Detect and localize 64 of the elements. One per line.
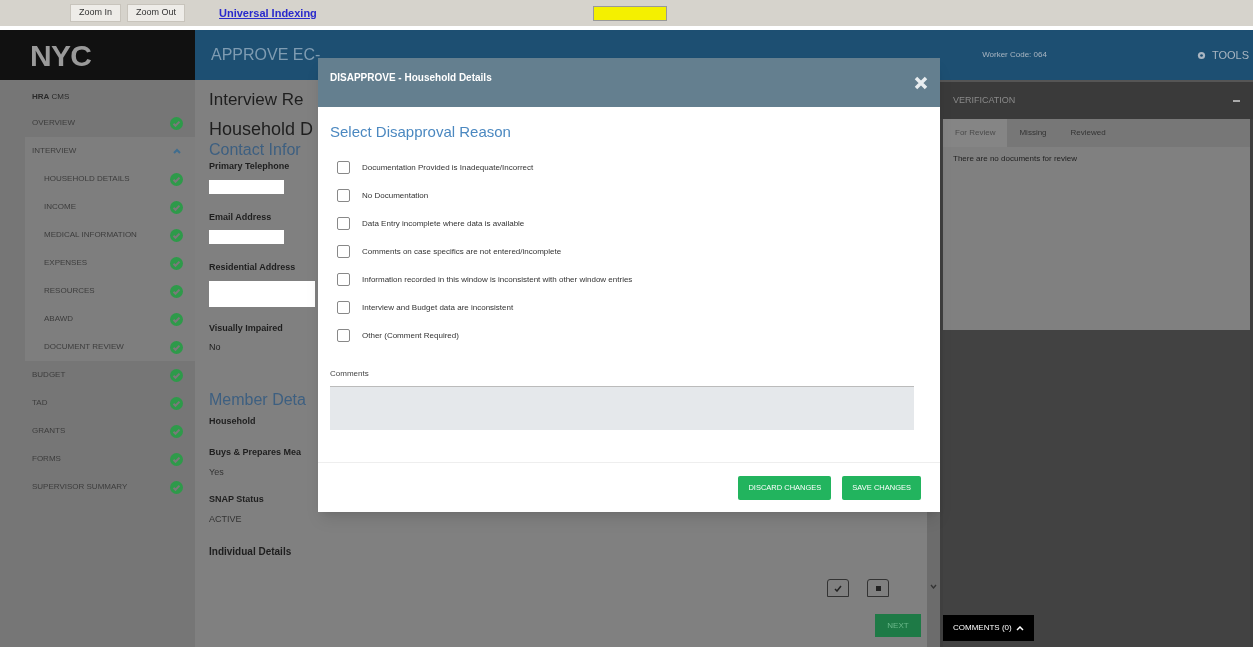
page-title: Interview Re bbox=[209, 89, 304, 111]
checkbox-label: No Documentation bbox=[362, 189, 429, 202]
field-value: Yes bbox=[209, 465, 224, 479]
checkbox-label: Other (Comment Required) bbox=[362, 329, 459, 342]
dialog-title: DISAPPROVE - Household Details bbox=[330, 71, 492, 85]
gear-icon bbox=[1196, 50, 1206, 60]
field-label: Residential Address bbox=[209, 261, 296, 274]
sidebar-item[interactable]: INTERVIEW bbox=[25, 137, 195, 165]
checkbox-label: Interview and Budget data are inconsistent bbox=[362, 301, 514, 314]
checkbox[interactable] bbox=[337, 245, 350, 258]
field-label: SNAP Status bbox=[209, 493, 264, 506]
checkbox[interactable] bbox=[337, 161, 350, 174]
sidebar-subitem[interactable]: EXPENSES bbox=[25, 249, 195, 277]
checkbox[interactable] bbox=[337, 329, 350, 342]
comments-button[interactable]: COMMENTS (0) bbox=[943, 615, 1034, 641]
field-value: ACTIVE bbox=[209, 512, 242, 526]
sidebar-item[interactable]: GRANTS bbox=[0, 417, 195, 445]
field-label: Primary Telephone bbox=[209, 160, 290, 173]
nyc-logo: NYC bbox=[30, 37, 92, 74]
field-label: Household bbox=[209, 414, 256, 428]
close-icon[interactable] bbox=[914, 76, 928, 90]
disapprove-toggle[interactable] bbox=[867, 579, 889, 597]
tools-button[interactable]: TOOLS bbox=[1196, 46, 1249, 64]
tab[interactable]: Reviewed bbox=[1058, 119, 1118, 147]
checkbox-label: Comments on case specifics are not entered/incomplete bbox=[362, 245, 562, 258]
section-heading: Contact Infor bbox=[209, 141, 301, 159]
field-label: Email Address bbox=[209, 210, 272, 224]
sidebar-item[interactable]: FORMS bbox=[0, 445, 195, 473]
panel-title: VERIFICATION bbox=[953, 93, 1016, 107]
next-button[interactable]: NEXT bbox=[875, 614, 921, 637]
caret-up-icon bbox=[1015, 625, 1024, 631]
text-input-field[interactable] bbox=[592, 5, 667, 21]
sidebar-subitem[interactable]: INCOME bbox=[25, 193, 195, 221]
section-heading: Member Deta bbox=[209, 390, 306, 409]
checkbox-label: Data Entry incomplete where data is available bbox=[362, 217, 525, 230]
dialog-heading: Select Disapproval Reason bbox=[330, 122, 512, 142]
empty-message: There are no documents for review bbox=[952, 153, 1079, 165]
zoom-button[interactable]: Zoom In bbox=[70, 4, 121, 22]
field-label: Individual Details bbox=[209, 545, 292, 559]
worker-code-text: Worker Code: 064 bbox=[982, 49, 1047, 61]
sidebar-subitem[interactable]: DOCUMENT REVIEW bbox=[25, 333, 195, 361]
approve-toggle[interactable] bbox=[827, 579, 849, 597]
tab[interactable]: Missing bbox=[1007, 119, 1059, 147]
section-title: Household D bbox=[209, 118, 314, 141]
checkbox-label: Information recorded in this window is inconsistent with other window entries bbox=[362, 273, 633, 286]
checkmark-icon bbox=[834, 584, 842, 592]
checkbox[interactable] bbox=[337, 217, 350, 230]
minimize-icon[interactable] bbox=[1233, 99, 1240, 102]
field-label: Visually Impaired bbox=[209, 321, 283, 335]
sidebar-subitem[interactable]: ABAWD bbox=[25, 305, 195, 333]
checkbox[interactable] bbox=[337, 273, 350, 286]
checkbox[interactable] bbox=[337, 189, 350, 202]
field-value: No bbox=[209, 341, 221, 354]
comments-field[interactable] bbox=[330, 385, 914, 430]
page-header-title: APPROVE EC- bbox=[211, 45, 321, 65]
field-label: Comments bbox=[330, 367, 370, 380]
zoom-button[interactable]: Zoom Out bbox=[127, 4, 186, 22]
checkbox[interactable] bbox=[337, 301, 350, 314]
scroll-down-icon[interactable] bbox=[930, 584, 937, 589]
checkbox-label: Documentation Provided is Inadequate/Incorrect bbox=[362, 161, 534, 174]
field-label: Buys & Prepares Mea bbox=[209, 446, 302, 459]
universal-indexing-link[interactable]: Universal Indexing bbox=[219, 4, 317, 22]
sidebar-subitem[interactable]: MEDICAL INFORMATION bbox=[25, 221, 195, 249]
app-title: HRA CMS bbox=[32, 91, 70, 103]
